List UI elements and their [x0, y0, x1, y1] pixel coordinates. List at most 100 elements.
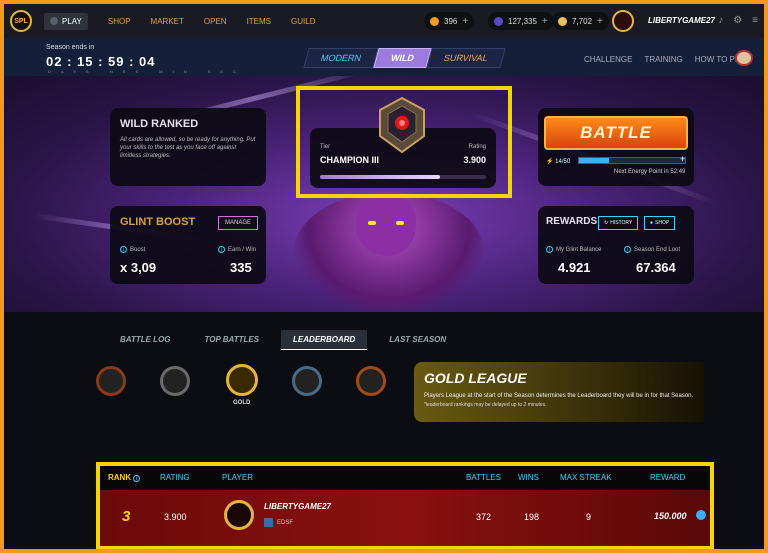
volume-icon[interactable]: ♪: [718, 15, 723, 26]
row-reward: 150.000: [654, 511, 687, 521]
tabs: BATTLE LOG TOP BATTLES LEADERBOARD LAST …: [108, 330, 468, 350]
header-player: PLAYER: [222, 473, 253, 482]
add-sps-icon[interactable]: +: [597, 16, 603, 27]
username[interactable]: LIBERTYGAME27: [648, 16, 715, 25]
info-icon[interactable]: i: [120, 246, 127, 253]
history-button[interactable]: ↻ HISTORY: [598, 216, 639, 230]
tab-top-battles[interactable]: TOP BATTLES: [193, 330, 272, 350]
league-diamond-icon[interactable]: [292, 366, 322, 396]
leaderboard-table: RANK i RATING PLAYER BATTLES WINS MAX ST…: [96, 462, 714, 549]
boost-label: i Boost: [120, 246, 145, 253]
season-label: Season ends in: [46, 44, 95, 51]
header-rank: RANK i: [108, 473, 141, 482]
energy-fill: [579, 158, 609, 163]
header-rating: RATING: [160, 473, 190, 482]
energy-next: Next Energy Point in 52:49: [614, 169, 686, 175]
menu-icon[interactable]: ≡: [752, 15, 758, 26]
mode-wild[interactable]: WILD: [373, 48, 432, 68]
league-silver-icon[interactable]: [160, 366, 190, 396]
header-battles: BATTLES: [466, 473, 501, 482]
nav-market[interactable]: MARKET: [151, 17, 184, 26]
challenge-link[interactable]: CHALLENGE: [584, 55, 632, 64]
info-icon[interactable]: i: [624, 246, 631, 253]
coin-balance[interactable]: 396 +: [424, 12, 475, 30]
earn-value: 335: [230, 260, 252, 275]
info-icon[interactable]: i: [133, 475, 141, 482]
league-description: Players League at the start of the Seaso…: [424, 393, 694, 399]
energy-label: ⚡ 14/50: [546, 159, 571, 165]
villain-eye: [396, 221, 404, 225]
row-wins: 198: [524, 512, 540, 522]
lower-panel: BATTLE LOG TOP BATTLES LEADERBOARD LAST …: [4, 312, 764, 549]
sps-icon: [558, 16, 567, 26]
shop-icon: ●: [650, 220, 654, 226]
history-icon: ↻: [604, 220, 609, 226]
row-player[interactable]: LIBERTYGAME27: [264, 502, 331, 511]
villain-eye: [368, 221, 376, 225]
league-champion-icon[interactable]: [356, 366, 386, 396]
add-coins-icon[interactable]: +: [462, 16, 468, 27]
add-energy-icon[interactable]: +: [680, 154, 685, 164]
glint-boost-card: GLINT BOOST MANAGE i Boost x 3,09 i Earn /…: [110, 206, 266, 284]
league-bronze-icon[interactable]: [96, 366, 126, 396]
coin-icon: [430, 16, 439, 26]
nav-open[interactable]: OPEN: [204, 17, 227, 26]
gold-label: GOLD: [233, 400, 251, 406]
sps-balance[interactable]: 7,702 +: [552, 12, 609, 30]
user-avatar[interactable]: [612, 10, 634, 32]
settings-icon[interactable]: ⚙: [733, 15, 742, 26]
row-rank: 3: [122, 508, 131, 525]
nav-play[interactable]: PLAY: [44, 12, 88, 30]
table-row[interactable]: 3 3.900 LIBERTYGAME27 EDSF 372 198 9 150…: [100, 490, 710, 546]
row-battles: 372: [476, 512, 492, 522]
glint-gem-icon: [696, 510, 706, 520]
header-wins: WINS: [518, 473, 539, 482]
row-max-streak: 9: [586, 512, 592, 522]
season-timer: 02 : 15 : 59 : 04: [46, 54, 156, 69]
add-credits-icon[interactable]: +: [542, 16, 548, 27]
wild-ranked-card: WILD RANKED All cards are allowed, so be…: [110, 108, 266, 186]
tab-battle-log[interactable]: BATTLE LOG: [108, 330, 183, 350]
nav-guild[interactable]: GUILD: [291, 17, 315, 26]
credits-balance[interactable]: 127,335 +: [488, 12, 554, 30]
header-reward: REWARD: [650, 473, 686, 482]
info-icon[interactable]: i: [546, 246, 553, 253]
mode-survival[interactable]: SURVIVAL: [426, 48, 506, 68]
league-gold-icon[interactable]: [226, 364, 258, 396]
guild-icon: [264, 518, 273, 527]
play-icon: [50, 17, 58, 25]
mode-selector: MODERN WILD SURVIVAL: [303, 48, 506, 68]
credits-icon: [494, 16, 503, 26]
energy-bar: [578, 157, 686, 164]
rewards-shop-button[interactable]: ● SHOP: [644, 216, 676, 230]
nav-shop[interactable]: SHOP: [108, 17, 131, 26]
season-bar: Season ends in 02 : 15 : 59 : 04 DAYS HR…: [4, 38, 764, 76]
season-timer-units: DAYS HRS MIN SEC: [48, 69, 246, 74]
manage-button[interactable]: MANAGE: [218, 216, 259, 230]
training-link[interactable]: TRAINING: [644, 55, 682, 64]
top-links: CHALLENGE TRAINING HOW TO PLAY: [584, 55, 749, 64]
nav-items[interactable]: ITEMS: [247, 17, 271, 26]
logo-icon[interactable]: SPL: [10, 10, 32, 32]
hero-area: WILD RANKED All cards are allowed, so be…: [4, 76, 764, 312]
wild-title: WILD RANKED: [120, 118, 199, 130]
header-max-streak: MAX STREAK: [560, 473, 612, 482]
mascot-icon[interactable]: [735, 50, 753, 66]
league-info: GOLD LEAGUE Players League at the start …: [414, 362, 704, 422]
battle-card: BATTLE ⚡ 14/50 + Next Energy Point in 52…: [538, 108, 694, 186]
tab-last-season[interactable]: LAST SEASON: [377, 330, 458, 350]
info-icon[interactable]: i: [218, 246, 225, 253]
balance-label: i My Glint Balance: [546, 246, 601, 253]
tab-leaderboard[interactable]: LEADERBOARD: [281, 330, 368, 350]
mode-modern[interactable]: MODERN: [303, 48, 379, 68]
wild-description: All cards are allowed, so be ready for a…: [120, 137, 256, 159]
earn-label: i Earn / Win: [218, 246, 256, 253]
battle-button[interactable]: BATTLE: [544, 116, 688, 150]
rewards-card: REWARDS ↻ HISTORY ● SHOP i My Glint Balance…: [538, 206, 694, 284]
app-frame: SPL PLAY SHOP MARKET OPEN ITEMS GUILD 39…: [4, 4, 764, 549]
league-title: GOLD LEAGUE: [424, 370, 527, 386]
row-guild[interactable]: EDSF: [264, 518, 293, 527]
leaderboard-header: RANK i RATING PLAYER BATTLES WINS MAX ST…: [100, 466, 710, 490]
villain-head: [356, 196, 416, 256]
top-nav: SPL PLAY SHOP MARKET OPEN ITEMS GUILD 39…: [4, 4, 764, 38]
